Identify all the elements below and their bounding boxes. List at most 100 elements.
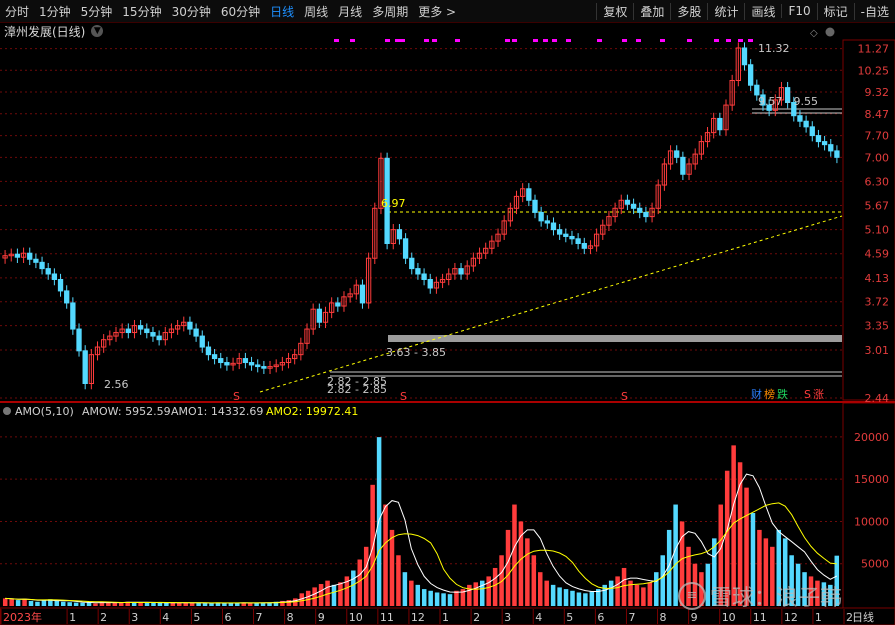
volume-bar xyxy=(428,590,433,606)
volume-bar xyxy=(202,603,208,606)
volume-bar xyxy=(2,598,8,606)
price-tick: 3.72 xyxy=(865,296,890,309)
volume-bar xyxy=(351,570,356,606)
amo-amo2: AMO2: 19972.41 xyxy=(266,405,358,418)
volume-bar xyxy=(409,580,414,606)
volume-bar xyxy=(196,603,201,606)
volume-bar xyxy=(473,582,479,606)
candle xyxy=(205,346,212,356)
candle xyxy=(717,117,723,131)
volume-bar xyxy=(647,582,653,606)
date-label: 1 xyxy=(69,611,76,624)
annotation-low: 2.56 xyxy=(104,378,129,391)
candle xyxy=(125,328,131,334)
volume-bar xyxy=(492,567,498,606)
watermark: ≡ 雪球：浪子韩 xyxy=(678,580,842,612)
volume-bar xyxy=(621,567,627,606)
volume-bar xyxy=(415,584,421,606)
volume-bar xyxy=(35,601,40,606)
price-tick: 5.67 xyxy=(865,199,890,212)
candle xyxy=(637,207,643,213)
top-signal-mark xyxy=(432,39,437,42)
price-tick: 10.25 xyxy=(858,64,890,77)
volume-bar xyxy=(157,602,163,606)
candle xyxy=(335,302,341,307)
date-label: 8 xyxy=(660,611,667,624)
date-label: 6 xyxy=(224,611,231,624)
volume-bar xyxy=(312,587,317,606)
volume-bar xyxy=(73,602,79,606)
chevron-down-icon[interactable] xyxy=(825,27,835,37)
volume-bar xyxy=(22,598,27,606)
candle xyxy=(218,358,224,364)
price-tick: 3.35 xyxy=(865,320,890,333)
volume-bar xyxy=(467,584,472,606)
watermark-text: 雪球：浪子韩 xyxy=(710,586,843,611)
candle xyxy=(156,335,162,341)
date-label: 9 xyxy=(691,611,698,624)
top-signal-mark xyxy=(738,39,743,42)
volume-bar xyxy=(338,582,343,606)
volume-bar xyxy=(235,603,240,606)
candle xyxy=(569,235,575,240)
candle xyxy=(834,150,840,158)
date-label: 11 xyxy=(380,611,394,624)
top-signal-mark xyxy=(552,39,557,42)
candle xyxy=(261,366,267,369)
candle xyxy=(255,364,261,368)
candle xyxy=(828,144,834,152)
candle xyxy=(544,220,550,224)
candle xyxy=(680,156,686,175)
volume-bar xyxy=(305,590,311,606)
price-tick: 4.59 xyxy=(865,248,890,261)
volume-bar xyxy=(654,572,659,606)
volume-bar xyxy=(660,555,665,606)
top-signal-mark xyxy=(566,39,571,42)
candle xyxy=(624,199,631,205)
volume-tick: 10000 xyxy=(854,515,889,528)
candle xyxy=(70,302,76,330)
diamond-icon[interactable]: ◇ xyxy=(810,28,818,39)
date-label: 6 xyxy=(597,611,604,624)
volume-bar xyxy=(138,602,143,606)
candle xyxy=(396,229,403,240)
volume-bar xyxy=(370,484,375,606)
volume-bar xyxy=(254,602,259,606)
top-signal-mark xyxy=(400,39,405,42)
date-label: 1 xyxy=(442,611,449,624)
indicator-settings-icon[interactable] xyxy=(3,407,11,415)
candle xyxy=(402,238,409,259)
candle xyxy=(57,278,64,292)
support-band-363 xyxy=(388,335,842,342)
candle xyxy=(538,211,544,222)
candle xyxy=(550,222,557,231)
date-label: 3 xyxy=(131,611,138,624)
volume-bar xyxy=(86,602,92,606)
price-tick: 7.00 xyxy=(865,151,890,164)
date-label: 5 xyxy=(566,611,573,624)
candle xyxy=(45,268,51,275)
candle xyxy=(224,362,230,366)
top-signal-mark xyxy=(714,39,719,42)
date-label: 7 xyxy=(256,611,263,624)
top-signal-mark xyxy=(505,39,510,42)
price-tick: 4.13 xyxy=(865,272,890,285)
badge-cai: 财 xyxy=(751,387,762,401)
volume-bar xyxy=(41,600,47,606)
kline-chart[interactable]: 11.32 2.56 6.97 9.57 - 9.55 3.63 - 3.85 … xyxy=(0,0,895,625)
s-signal: S xyxy=(621,390,628,403)
top-signal-mark xyxy=(512,39,517,42)
date-label: 2023年 xyxy=(3,610,42,624)
candle xyxy=(248,362,255,366)
volume-bar xyxy=(505,529,511,606)
candle xyxy=(64,290,70,304)
candle xyxy=(532,199,538,213)
candle xyxy=(51,273,58,280)
top-signal-mark xyxy=(395,39,400,42)
candle xyxy=(581,242,587,249)
date-label: 4 xyxy=(162,611,169,624)
candle xyxy=(630,203,637,209)
top-signal-mark xyxy=(543,39,548,42)
s-signal: S xyxy=(400,390,407,403)
date-label: 10 xyxy=(722,611,736,624)
